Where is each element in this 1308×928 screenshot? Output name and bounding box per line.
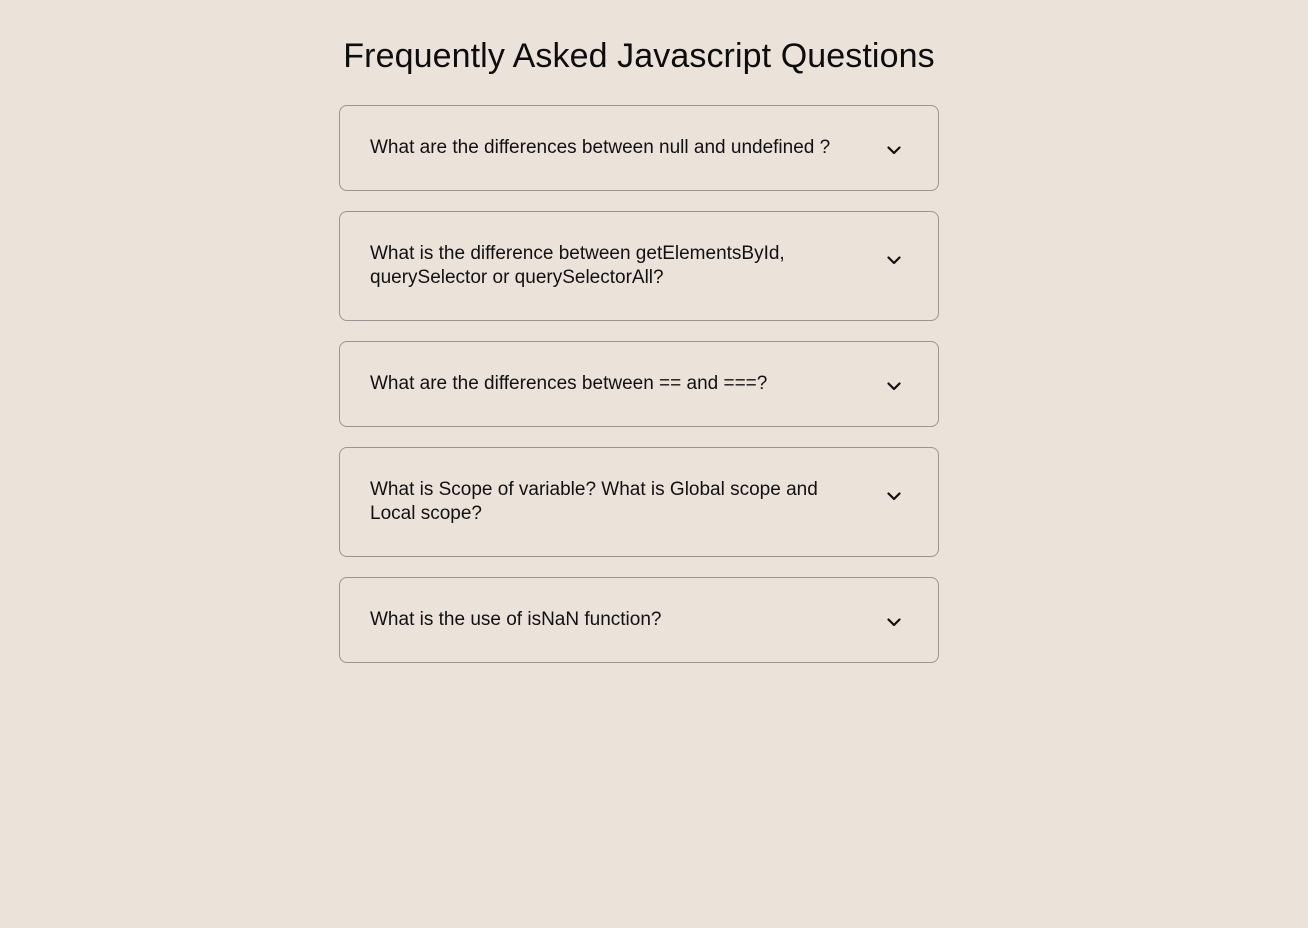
- faq-item-isnan-function[interactable]: What is the use of isNaN function?: [339, 577, 939, 663]
- faq-question: What is the difference between getElemen…: [370, 243, 785, 288]
- faq-question: What are the differences between == and …: [370, 373, 768, 394]
- faq-item-variable-scope[interactable]: What is Scope of variable? What is Globa…: [339, 447, 939, 557]
- faq-question: What are the differences between null an…: [370, 137, 831, 158]
- faq-question: What is the use of isNaN function?: [370, 609, 662, 630]
- faq-item-getelements-queryselector[interactable]: What is the difference between getElemen…: [339, 211, 939, 321]
- faq-list: What are the differences between null an…: [339, 105, 939, 683]
- chevron-down-icon[interactable]: [886, 488, 902, 504]
- faq-item-equality-operators[interactable]: What are the differences between == and …: [339, 341, 939, 427]
- faq-question: What is Scope of variable? What is Globa…: [370, 479, 818, 524]
- chevron-down-icon[interactable]: [886, 142, 902, 158]
- faq-item-null-vs-undefined[interactable]: What are the differences between null an…: [339, 105, 939, 191]
- chevron-down-icon[interactable]: [886, 614, 902, 630]
- chevron-down-icon[interactable]: [886, 252, 902, 268]
- chevron-down-icon[interactable]: [886, 378, 902, 394]
- page-title: Frequently Asked Javascript Questions: [343, 37, 935, 75]
